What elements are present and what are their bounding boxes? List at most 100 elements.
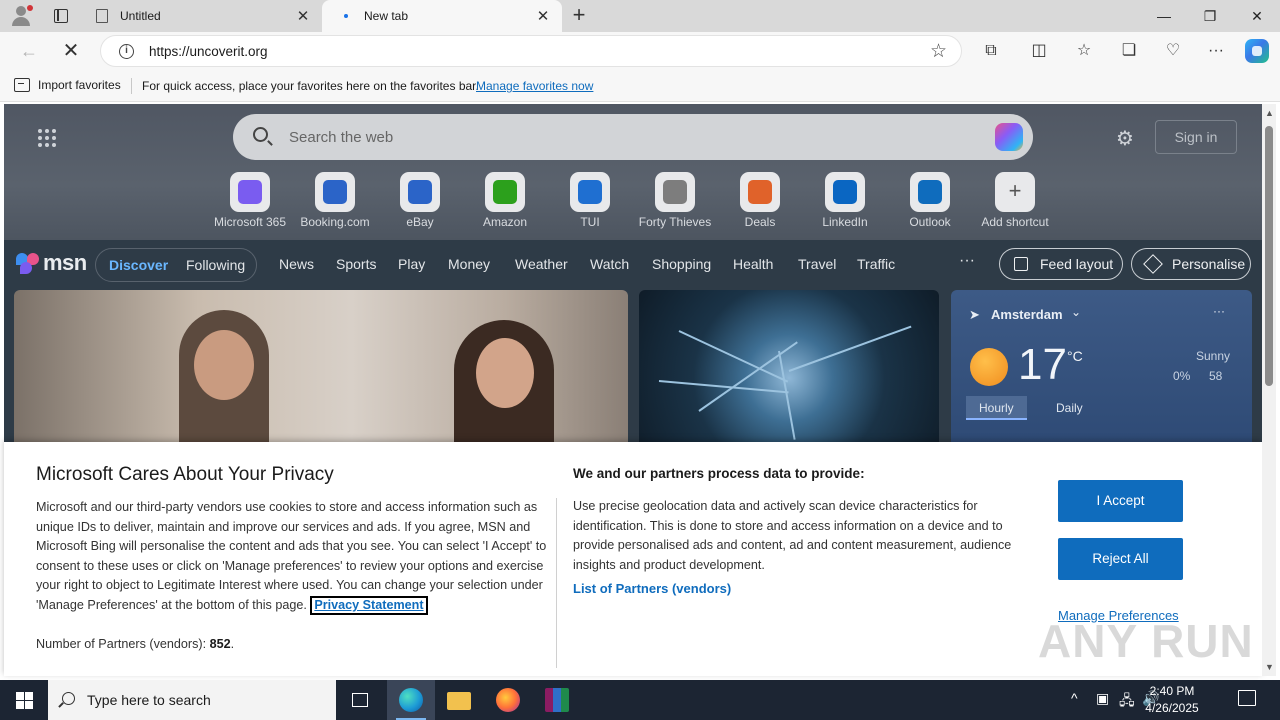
- taskbar-search[interactable]: Type here to search: [48, 680, 336, 720]
- feed-layout-button[interactable]: Feed layout: [999, 248, 1123, 280]
- nav-link-sports[interactable]: Sports: [336, 256, 376, 272]
- weather-card[interactable]: ➤ Amsterdam ⌄ ··· 17 °C Sunny 0% 58 Hour…: [951, 290, 1252, 450]
- device-icon[interactable]: ▣: [1096, 690, 1109, 707]
- tab-daily[interactable]: Daily: [1043, 396, 1096, 420]
- msn-logo-text: msn: [43, 250, 87, 275]
- file-explorer-icon[interactable]: [435, 680, 483, 720]
- url-text[interactable]: https://uncoverit.org: [149, 44, 268, 59]
- network-icon[interactable]: 🖧: [1119, 690, 1135, 714]
- browser-essentials-icon[interactable]: ♡: [1160, 39, 1186, 63]
- shortcut-tile[interactable]: TUI: [547, 172, 633, 229]
- nav-link-play[interactable]: Play: [398, 256, 425, 272]
- app-launcher-icon[interactable]: [38, 129, 58, 149]
- nav-link-shopping[interactable]: Shopping: [652, 256, 711, 272]
- nav-link-watch[interactable]: Watch: [590, 256, 629, 272]
- shortcut-tile[interactable]: + Add shortcut: [972, 172, 1058, 229]
- shortcut-tile[interactable]: eBay: [377, 172, 463, 229]
- shortcut-tile[interactable]: Amazon: [462, 172, 548, 229]
- browser-toolbar: ← ✕ i https://uncoverit.org ☆ ⧉ ◫ ☆ ❏ ♡ …: [0, 32, 1280, 70]
- news-card-neuron-image[interactable]: [639, 290, 939, 450]
- shortcut-tile[interactable]: LinkedIn: [802, 172, 888, 229]
- tab-close-icon[interactable]: ✕: [290, 7, 316, 25]
- shortcut-tile[interactable]: Forty Thieves: [632, 172, 718, 229]
- shortcut-label: eBay: [406, 215, 434, 229]
- shortcut-tile[interactable]: Outlook: [887, 172, 973, 229]
- accept-button[interactable]: I Accept: [1058, 480, 1183, 522]
- copilot-search-icon[interactable]: [995, 123, 1023, 151]
- back-button[interactable]: ←: [16, 38, 42, 64]
- shortcut-tile[interactable]: Deals: [717, 172, 803, 229]
- firefox-icon[interactable]: [484, 680, 532, 720]
- system-clock[interactable]: 2:40 PM 4/26/2025: [1138, 683, 1206, 717]
- tab-new-tab[interactable]: New tab ✕: [322, 0, 562, 32]
- nav-link-health[interactable]: Health: [733, 256, 773, 272]
- shortcut-logo-icon: [400, 172, 440, 212]
- edge-taskbar-icon[interactable]: [387, 680, 435, 720]
- weather-location[interactable]: Amsterdam: [991, 307, 1063, 322]
- settings-more-icon[interactable]: ···: [1203, 39, 1229, 63]
- task-view-icon[interactable]: [336, 680, 384, 720]
- scroll-down-icon[interactable]: ▼: [1265, 662, 1274, 672]
- close-window-button[interactable]: ✕: [1234, 0, 1280, 32]
- notification-icon[interactable]: [1238, 690, 1256, 706]
- nav-link-travel[interactable]: Travel: [798, 256, 836, 272]
- tab-untitled[interactable]: Untitled ✕: [82, 0, 322, 32]
- tab-hourly[interactable]: Hourly: [966, 396, 1027, 420]
- favorites-icon[interactable]: ☆: [1071, 39, 1097, 63]
- import-favorites-label: Import favorites: [38, 78, 121, 92]
- nav-link-weather[interactable]: Weather: [515, 256, 568, 272]
- taskbar: Type here to search ^ ▣ 🖧 🔊 2:40 PM 4/26…: [0, 680, 1280, 720]
- shortcut-tile[interactable]: Booking.com: [292, 172, 378, 229]
- news-card-couple-image[interactable]: [14, 290, 628, 450]
- copilot-icon[interactable]: [1245, 39, 1269, 63]
- scroll-up-icon[interactable]: ▲: [1265, 108, 1274, 118]
- personalise-label: Personalise: [1172, 256, 1246, 272]
- consent-body: Microsoft and our third-party vendors us…: [36, 498, 548, 616]
- partners-count: Number of Partners (vendors): 852.: [36, 637, 234, 651]
- taskbar-search-placeholder: Type here to search: [87, 692, 211, 708]
- personalise-button[interactable]: Personalise: [1131, 248, 1251, 280]
- chevron-down-icon[interactable]: ⌄: [1071, 305, 1081, 319]
- shortcut-tile[interactable]: Microsoft 365: [207, 172, 293, 229]
- privacy-statement-link[interactable]: Privacy Statement: [310, 595, 428, 615]
- list-of-partners-link[interactable]: List of Partners (vendors): [573, 581, 731, 596]
- new-tab-button[interactable]: +: [566, 4, 592, 28]
- weather-unit[interactable]: °C: [1067, 348, 1083, 364]
- site-info-icon[interactable]: i: [119, 44, 134, 59]
- shortcut-logo-icon: [655, 172, 695, 212]
- split-screen-icon[interactable]: ◫: [1026, 39, 1052, 63]
- reject-all-button[interactable]: Reject All: [1058, 538, 1183, 580]
- shortcut-logo-icon: [485, 172, 525, 212]
- search-placeholder: Search the web: [289, 129, 394, 146]
- nav-link-money[interactable]: Money: [448, 256, 490, 272]
- air-quality-value: 58: [1209, 369, 1223, 383]
- extensions-icon[interactable]: ⧉: [978, 39, 1004, 63]
- msn-logo[interactable]: msn: [16, 250, 87, 276]
- nav-link-traffic[interactable]: Traffic: [857, 256, 895, 272]
- tray-overflow-icon[interactable]: ^: [1071, 690, 1078, 706]
- restore-button[interactable]: ❐: [1187, 0, 1233, 32]
- address-bar[interactable]: i https://uncoverit.org ☆: [100, 35, 962, 67]
- weather-more-icon[interactable]: ···: [1213, 304, 1225, 318]
- profile-avatar-icon[interactable]: [8, 3, 34, 29]
- stop-loading-button[interactable]: ✕: [58, 38, 84, 64]
- collections-icon[interactable]: ❏: [1116, 39, 1142, 63]
- tab-discover[interactable]: Discover: [109, 257, 168, 273]
- winrar-icon[interactable]: [533, 680, 581, 720]
- gear-icon[interactable]: ⚙: [1116, 126, 1134, 151]
- import-favorites-button[interactable]: Import favorites: [14, 78, 121, 92]
- tab-close-icon[interactable]: ✕: [530, 7, 556, 25]
- favorite-star-icon[interactable]: ☆: [930, 40, 947, 63]
- tab-actions-icon[interactable]: [46, 5, 74, 27]
- manage-favorites-link[interactable]: Manage favorites now: [476, 79, 593, 93]
- page-scrollbar[interactable]: ▲ ▼: [1262, 104, 1276, 676]
- nav-link-news[interactable]: News: [279, 256, 314, 272]
- divider: [131, 78, 132, 94]
- minimize-button[interactable]: —: [1141, 0, 1187, 32]
- sign-in-button[interactable]: Sign in: [1155, 120, 1237, 154]
- windows-start-icon[interactable]: [0, 680, 48, 720]
- scrollbar-thumb[interactable]: [1265, 126, 1273, 386]
- tab-following[interactable]: Following: [186, 257, 245, 273]
- more-nav-button[interactable]: ···: [959, 252, 975, 270]
- web-search-box[interactable]: Search the web: [233, 114, 1033, 160]
